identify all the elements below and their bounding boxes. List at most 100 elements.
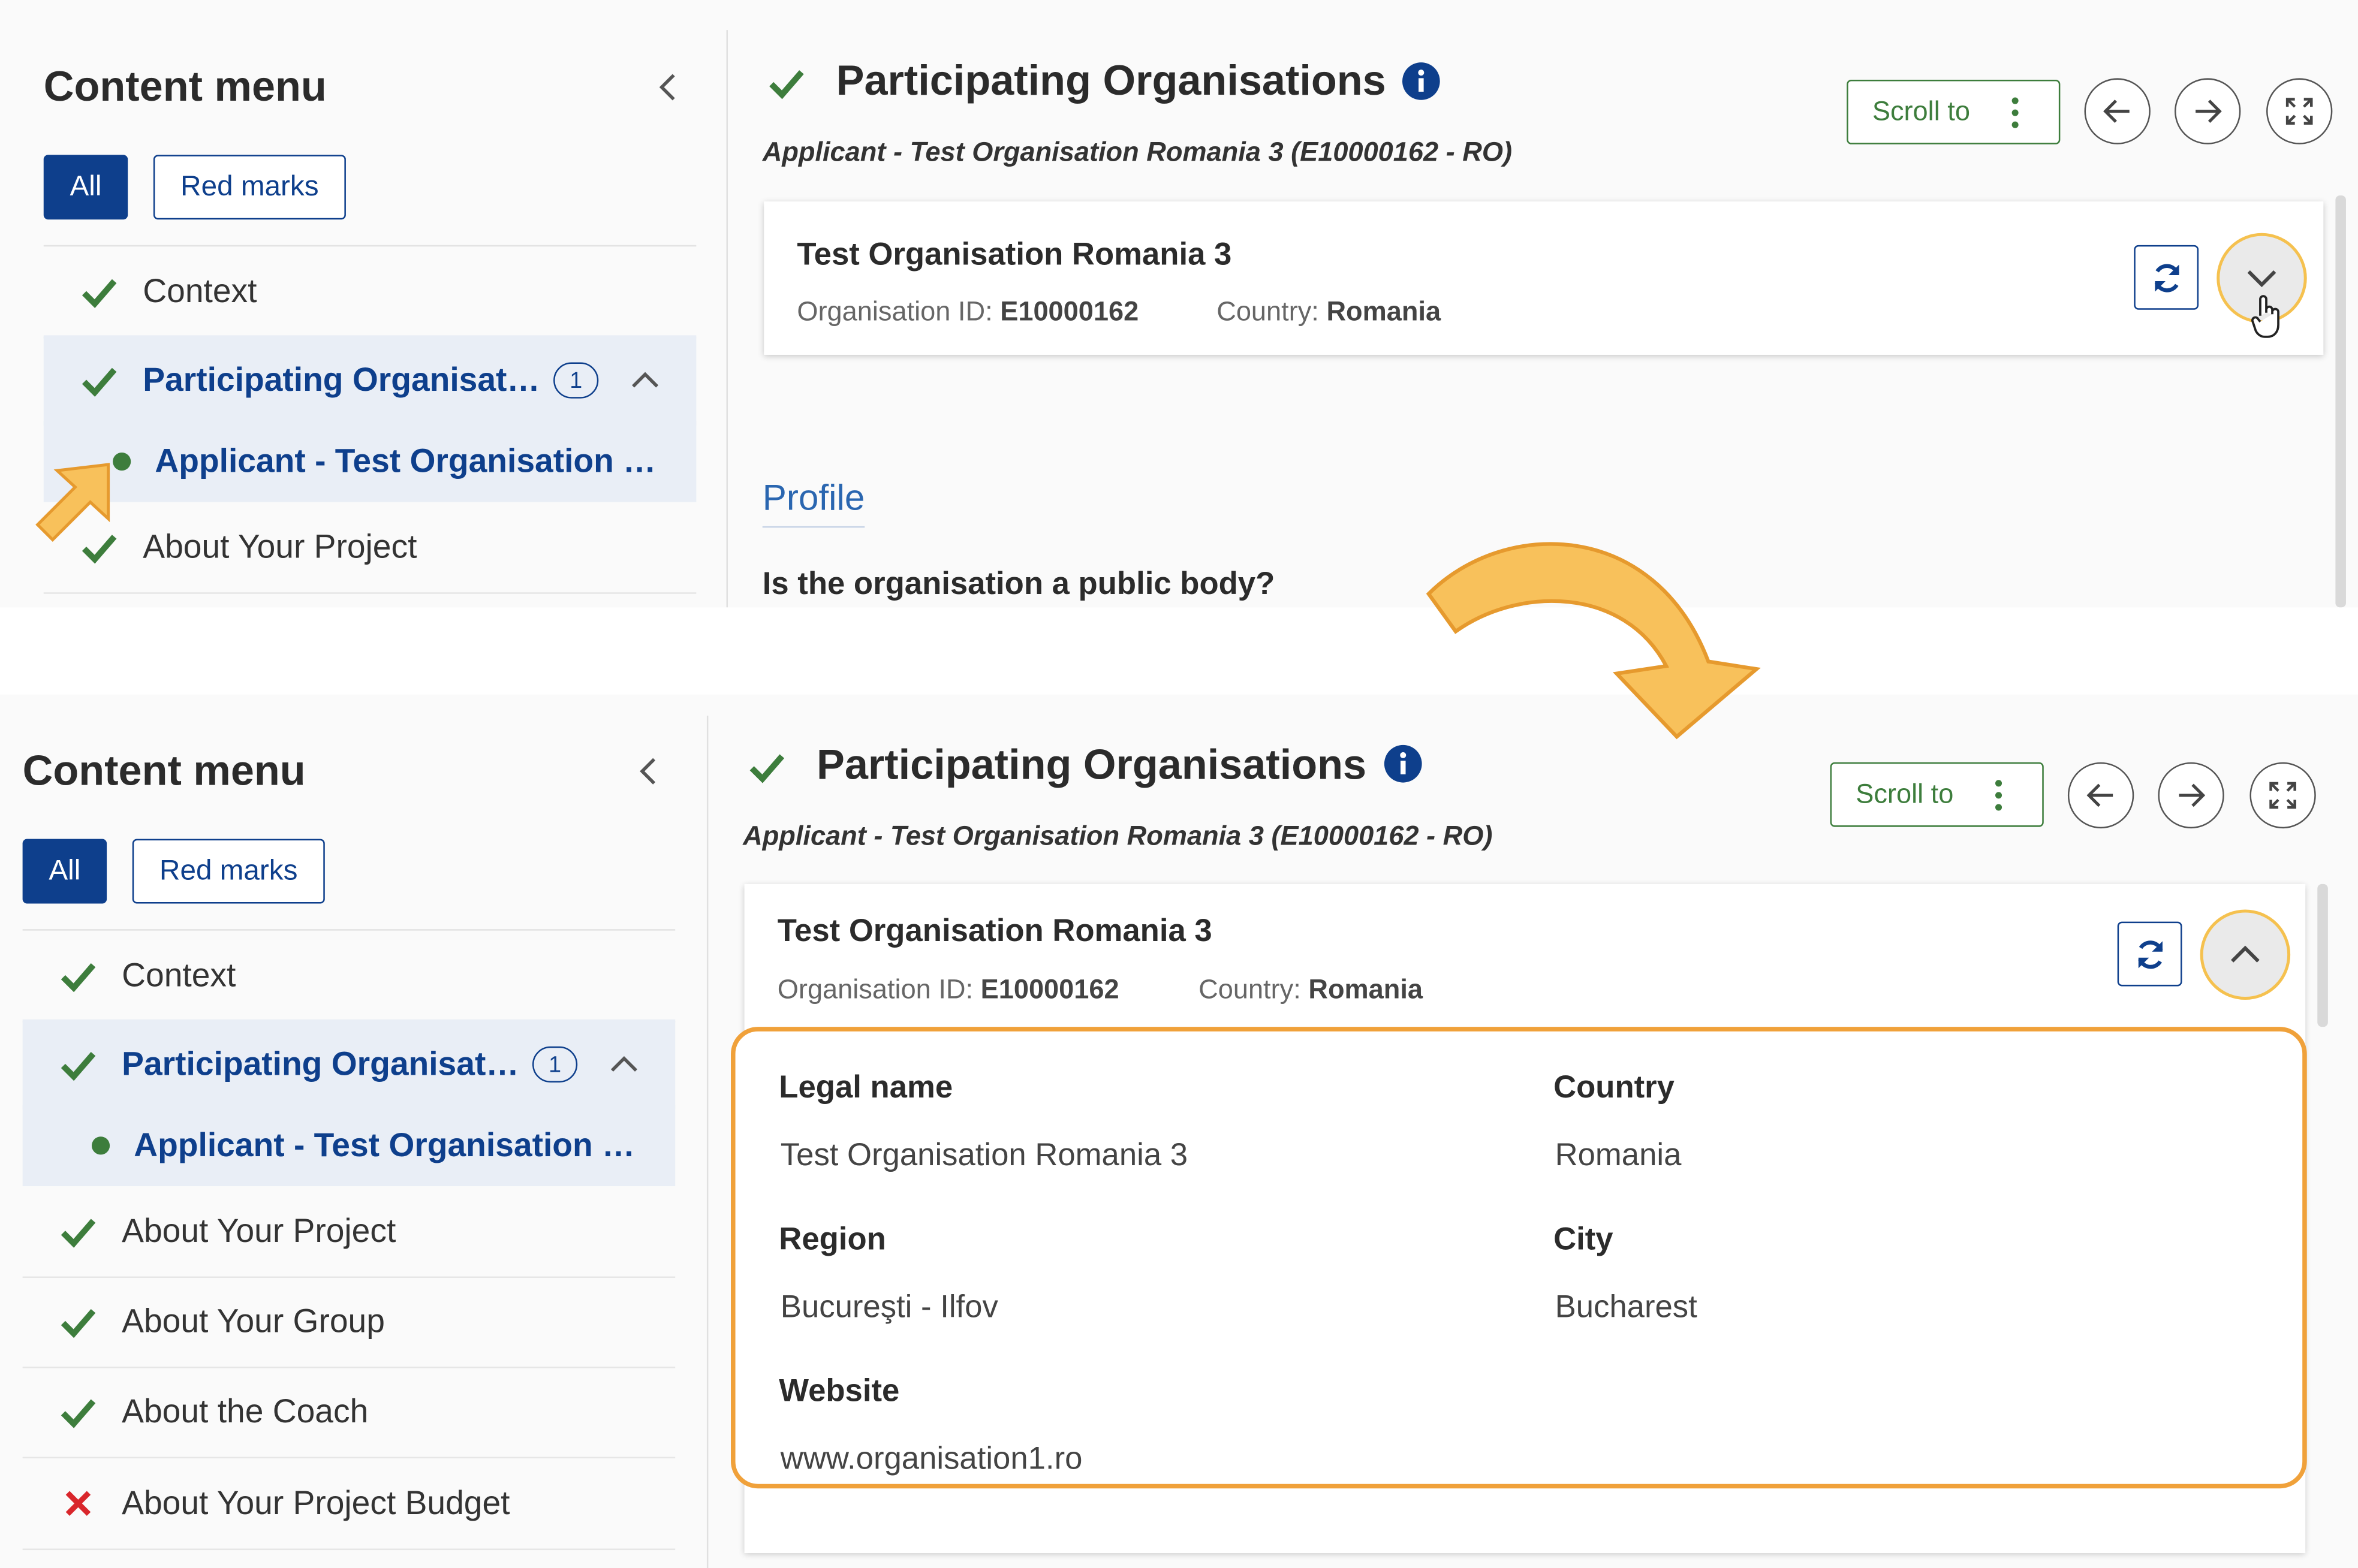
refresh-icon bbox=[2154, 263, 2179, 292]
page-subtitle: Applicant - Test Organisation Romania 3 … bbox=[743, 821, 1493, 851]
check-icon bbox=[61, 1399, 96, 1428]
menu-item-about-your-project[interactable]: About Your Project bbox=[43, 502, 697, 594]
collapse-toggle-button[interactable] bbox=[2200, 909, 2291, 1000]
filter-all-button[interactable]: All bbox=[22, 839, 107, 904]
organisation-country-value: Romania bbox=[1308, 974, 1423, 1005]
filter-red-marks-button[interactable]: Red marks bbox=[153, 155, 346, 220]
organisation-name: Test Organisation Romania 3 bbox=[777, 914, 1212, 949]
content-menu-title: Content menu bbox=[43, 63, 327, 110]
menu-item-label: About Your Project bbox=[143, 527, 417, 566]
country-value: Romania bbox=[1555, 1138, 1682, 1173]
menu-subitem-label: Applicant - Test Organisation … bbox=[155, 442, 656, 480]
scrollbar[interactable] bbox=[2335, 195, 2346, 608]
profile-link[interactable]: Profile bbox=[762, 478, 865, 528]
menu-item-label: Context bbox=[143, 272, 257, 310]
scroll-to-label: Scroll to bbox=[1872, 96, 1970, 126]
panel-divider bbox=[706, 715, 709, 1568]
scroll-to-label: Scroll to bbox=[1856, 779, 1954, 809]
check-icon bbox=[769, 70, 804, 99]
chevron-up-icon bbox=[2231, 945, 2260, 963]
menu-item-about-your-project[interactable]: About Your Project bbox=[22, 1186, 676, 1278]
menu-item-label: Participating Organisat… bbox=[122, 1045, 519, 1082]
panel-divider bbox=[726, 30, 728, 608]
page-subtitle: Applicant - Test Organisation Romania 3 … bbox=[762, 137, 1513, 167]
organisation-country-value: Romania bbox=[1326, 296, 1441, 327]
filter-red-marks-button[interactable]: Red marks bbox=[132, 839, 325, 904]
count-badge: 1 bbox=[532, 1046, 578, 1082]
check-icon bbox=[61, 1219, 96, 1248]
menu-item-context[interactable]: Context bbox=[22, 931, 676, 1023]
screenshot-before: Content menu All Red marks Context Parti… bbox=[0, 0, 2358, 608]
page-title: Participating Organisations bbox=[836, 57, 1386, 104]
region-value: Bucureşti - Ilfov bbox=[780, 1290, 998, 1325]
previous-button[interactable] bbox=[2084, 78, 2151, 144]
hand-cursor-icon bbox=[2251, 295, 2279, 338]
menu-item-label: About Your Project bbox=[122, 1211, 396, 1250]
scrollbar[interactable] bbox=[2317, 883, 2328, 1027]
count-badge: 1 bbox=[553, 362, 599, 399]
city-value: Bucharest bbox=[1555, 1290, 1697, 1325]
public-body-question: Is the organisation a public body? bbox=[762, 566, 1275, 602]
check-icon bbox=[61, 1308, 96, 1338]
menu-item-label: Context bbox=[122, 956, 236, 994]
menu-item-label: About Your Group bbox=[122, 1302, 385, 1340]
info-icon[interactable] bbox=[1402, 62, 1441, 101]
menu-item-about-your-project-budget[interactable]: About Your Project Budget bbox=[22, 1458, 676, 1551]
organisation-details-panel: Legal name Test Organisation Romania 3 C… bbox=[731, 1027, 2307, 1489]
arrow-left-icon bbox=[2086, 783, 2113, 807]
check-icon bbox=[61, 1052, 96, 1081]
screenshot-after: Content menu All Red marks Context Parti… bbox=[0, 694, 2358, 1568]
more-vertical-icon bbox=[2011, 97, 2019, 128]
menu-item-participating-organisations[interactable]: Participating Organisat… 1 bbox=[43, 335, 697, 426]
collapse-menu-icon[interactable] bbox=[651, 69, 687, 105]
city-label: City bbox=[1553, 1222, 1613, 1257]
fullscreen-button[interactable] bbox=[2249, 762, 2316, 829]
menu-item-about-the-coach[interactable]: About the Coach bbox=[22, 1367, 676, 1459]
organisation-country: Country: Romania bbox=[1198, 974, 1423, 1006]
organisation-country-label: Country: bbox=[1198, 974, 1301, 1005]
next-button[interactable] bbox=[2175, 78, 2241, 144]
organisation-country-label: Country: bbox=[1216, 296, 1319, 327]
scroll-to-button[interactable]: Scroll to bbox=[1830, 762, 2044, 827]
check-icon bbox=[82, 279, 117, 309]
chevron-up-icon[interactable] bbox=[606, 1047, 642, 1082]
organisation-id: Organisation ID: E10000162 bbox=[778, 974, 1119, 1006]
next-button[interactable] bbox=[2158, 762, 2224, 829]
arrow-left-icon bbox=[2103, 99, 2130, 123]
error-x-icon bbox=[65, 1491, 91, 1516]
content-menu-title: Content menu bbox=[22, 747, 306, 794]
menu-item-label: About Your Project Budget bbox=[122, 1483, 510, 1522]
organisation-card: Test Organisation Romania 3 Organisation… bbox=[764, 201, 2324, 355]
menu-item-participating-organisations[interactable]: Participating Organisat… 1 bbox=[22, 1019, 676, 1110]
page-title: Participating Organisations bbox=[817, 741, 1367, 788]
arrow-right-icon bbox=[2196, 99, 2222, 123]
content-menu-list: Context Participating Organisat… 1 Appli… bbox=[43, 245, 697, 608]
refresh-button[interactable] bbox=[2117, 921, 2182, 987]
check-icon bbox=[61, 963, 96, 993]
previous-button[interactable] bbox=[2067, 762, 2134, 829]
website-value: www.organisation1.ro bbox=[780, 1442, 1083, 1477]
menu-subitem-applicant[interactable]: Applicant - Test Organisation … bbox=[43, 421, 697, 502]
organisation-id-value: E10000162 bbox=[980, 974, 1119, 1005]
menu-subitem-label: Applicant - Test Organisation … bbox=[134, 1126, 636, 1164]
fullscreen-button[interactable] bbox=[2266, 78, 2333, 144]
menu-item-context[interactable]: Context bbox=[43, 246, 697, 339]
more-vertical-icon bbox=[1995, 780, 2002, 811]
active-dot-icon bbox=[92, 1136, 110, 1155]
refresh-button[interactable] bbox=[2134, 245, 2199, 310]
check-icon bbox=[749, 754, 785, 783]
chevron-down-icon bbox=[2247, 270, 2276, 288]
organisation-id-value: E10000162 bbox=[1000, 296, 1139, 327]
organisation-id-label: Organisation ID: bbox=[777, 974, 974, 1005]
chevron-up-icon[interactable] bbox=[627, 363, 663, 399]
collapse-menu-icon[interactable] bbox=[631, 753, 667, 789]
menu-subitem-applicant[interactable]: Applicant - Test Organisation … bbox=[22, 1105, 676, 1187]
organisation-country: Country: Romania bbox=[1216, 296, 1441, 328]
legal-name-label: Legal name bbox=[779, 1070, 953, 1105]
country-label: Country bbox=[1553, 1070, 1675, 1105]
filter-all-button[interactable]: All bbox=[43, 155, 128, 220]
content-menu-list: Context Participating Organisat… 1 Appli… bbox=[22, 929, 676, 1568]
scroll-to-button[interactable]: Scroll to bbox=[1847, 79, 2061, 144]
menu-item-about-your-group[interactable]: About Your Group bbox=[22, 1277, 676, 1368]
refresh-icon bbox=[2137, 940, 2163, 969]
